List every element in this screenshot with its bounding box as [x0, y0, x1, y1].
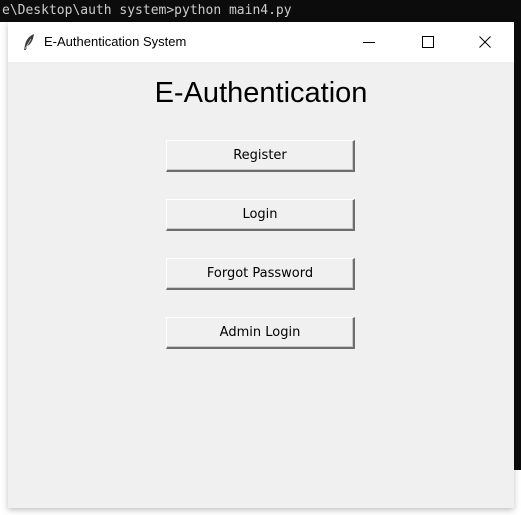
feather-icon — [22, 33, 36, 51]
page-heading: E-Authentication — [154, 77, 368, 109]
minimize-icon — [363, 42, 375, 43]
minimize-button[interactable] — [346, 22, 392, 62]
window-title: E-Authentication System — [44, 34, 187, 49]
maximize-icon — [422, 36, 434, 48]
terminal-command-line: e\Desktop\auth system>python main4.py — [0, 0, 521, 22]
admin-login-button[interactable]: Admin Login — [166, 317, 355, 349]
close-icon — [479, 36, 491, 48]
forgot-password-button[interactable]: Forgot Password — [166, 258, 355, 290]
maximize-button[interactable] — [405, 22, 451, 62]
title-bar[interactable]: E-Authentication System — [8, 22, 514, 62]
app-window: E-Authentication System E-Authentication… — [8, 22, 514, 508]
login-button[interactable]: Login — [166, 199, 355, 231]
close-button[interactable] — [462, 22, 508, 62]
register-button[interactable]: Register — [166, 140, 355, 172]
